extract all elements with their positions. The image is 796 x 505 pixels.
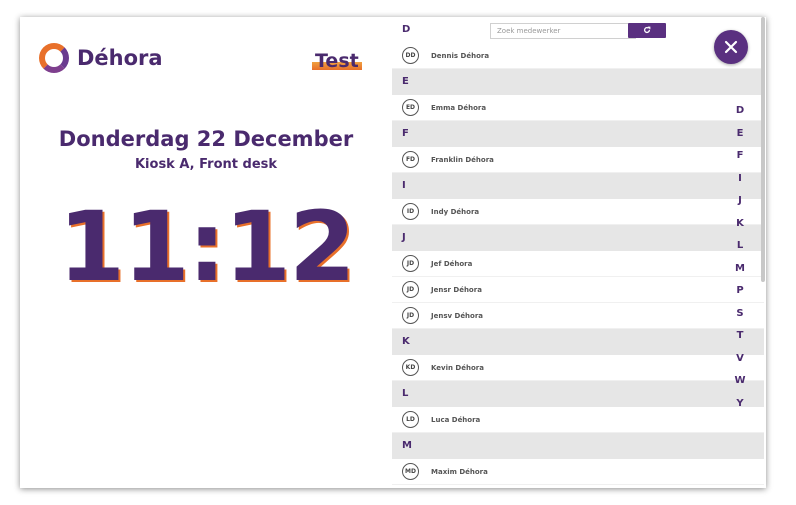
employee-name: Jensv Déhora bbox=[431, 311, 484, 320]
employee-row[interactable]: JD Jef Déhora bbox=[392, 251, 764, 277]
environment-badge: Test bbox=[312, 50, 362, 72]
employee-row[interactable]: LD Luca Déhora bbox=[392, 407, 764, 433]
avatar: JD bbox=[402, 255, 419, 272]
employee-name: Kevin Déhora bbox=[431, 363, 484, 372]
refresh-icon bbox=[643, 26, 651, 33]
employee-row[interactable]: ID Indy Déhora bbox=[392, 199, 764, 225]
employee-name: Maxim Déhora bbox=[431, 467, 488, 476]
avatar: KD bbox=[402, 359, 419, 376]
employee-picker-panel: D DD Dennis Déhora E ED Emma Déhora F FD Frankli… bbox=[392, 17, 766, 488]
section-header: I bbox=[392, 173, 764, 199]
employee-row[interactable]: JD Jensr Déhora bbox=[392, 277, 764, 303]
alphabet-letter[interactable]: M bbox=[728, 258, 752, 281]
alphabet-letter[interactable]: W bbox=[728, 370, 752, 393]
employee-name: Jef Déhora bbox=[431, 259, 473, 268]
employee-row[interactable]: KD Kevin Déhora bbox=[392, 355, 764, 381]
alphabet-index: DEFIJKLMPSTVWY bbox=[728, 100, 752, 415]
avatar: LD bbox=[402, 411, 419, 428]
alphabet-letter[interactable]: T bbox=[728, 325, 752, 348]
section-header: J bbox=[392, 225, 764, 251]
avatar: ED bbox=[402, 99, 419, 116]
section-header: E bbox=[392, 69, 764, 95]
avatar: JD bbox=[402, 281, 419, 298]
section-header: K bbox=[392, 329, 764, 355]
alphabet-letter[interactable]: K bbox=[728, 213, 752, 236]
kiosk-window: Déhora Test Donderdag 22 December Kiosk … bbox=[20, 17, 766, 488]
employee-row[interactable]: JD Jensv Déhora bbox=[392, 303, 764, 329]
close-button[interactable] bbox=[714, 30, 748, 64]
alphabet-letter[interactable]: J bbox=[728, 190, 752, 213]
brand-name: Déhora bbox=[77, 46, 163, 70]
avatar: ID bbox=[402, 203, 419, 220]
avatar: JD bbox=[402, 307, 419, 324]
employee-name: Luca Déhora bbox=[431, 415, 481, 424]
section-header: L bbox=[392, 381, 764, 407]
brand-logo: Déhora bbox=[39, 43, 163, 73]
clock-time: 11:12 bbox=[58, 191, 356, 303]
employee-row[interactable]: DD Dennis Déhora bbox=[392, 43, 764, 69]
search-input[interactable] bbox=[490, 23, 636, 39]
section-header: M bbox=[392, 433, 764, 459]
alphabet-letter[interactable]: F bbox=[728, 145, 752, 168]
section-header: F bbox=[392, 121, 764, 147]
avatar: DD bbox=[402, 47, 419, 64]
alphabet-letter[interactable]: S bbox=[728, 303, 752, 326]
employee-row[interactable]: MD Maxim Déhora bbox=[392, 459, 764, 485]
current-date: Donderdag 22 December bbox=[58, 127, 354, 151]
alphabet-letter[interactable]: D bbox=[728, 100, 752, 123]
alphabet-letter[interactable]: E bbox=[728, 123, 752, 146]
employee-list: D DD Dennis Déhora E ED Emma Déhora F FD Frankli… bbox=[392, 17, 764, 485]
refresh-button[interactable] bbox=[628, 23, 666, 38]
employee-row[interactable]: FD Franklin Déhora bbox=[392, 147, 764, 173]
employee-name: Jensr Déhora bbox=[431, 285, 482, 294]
avatar: FD bbox=[402, 151, 419, 168]
employee-name: Franklin Déhora bbox=[431, 155, 494, 164]
logo-ring-icon bbox=[39, 43, 69, 73]
alphabet-letter[interactable]: L bbox=[728, 235, 752, 258]
employee-name: Dennis Déhora bbox=[431, 51, 490, 60]
alphabet-letter[interactable]: Y bbox=[728, 393, 752, 416]
employee-name: Indy Déhora bbox=[431, 207, 480, 216]
employee-row[interactable]: ED Emma Déhora bbox=[392, 95, 764, 121]
employee-name: Emma Déhora bbox=[431, 103, 487, 112]
alphabet-letter[interactable]: V bbox=[728, 348, 752, 371]
alphabet-letter[interactable]: P bbox=[728, 280, 752, 303]
close-icon bbox=[724, 40, 738, 54]
alphabet-letter[interactable]: I bbox=[728, 168, 752, 191]
kiosk-info-panel: Déhora Test Donderdag 22 December Kiosk … bbox=[20, 17, 392, 488]
list-scrollbar[interactable] bbox=[761, 17, 765, 282]
avatar: MD bbox=[402, 463, 419, 480]
kiosk-location: Kiosk A, Front desk bbox=[134, 157, 278, 172]
